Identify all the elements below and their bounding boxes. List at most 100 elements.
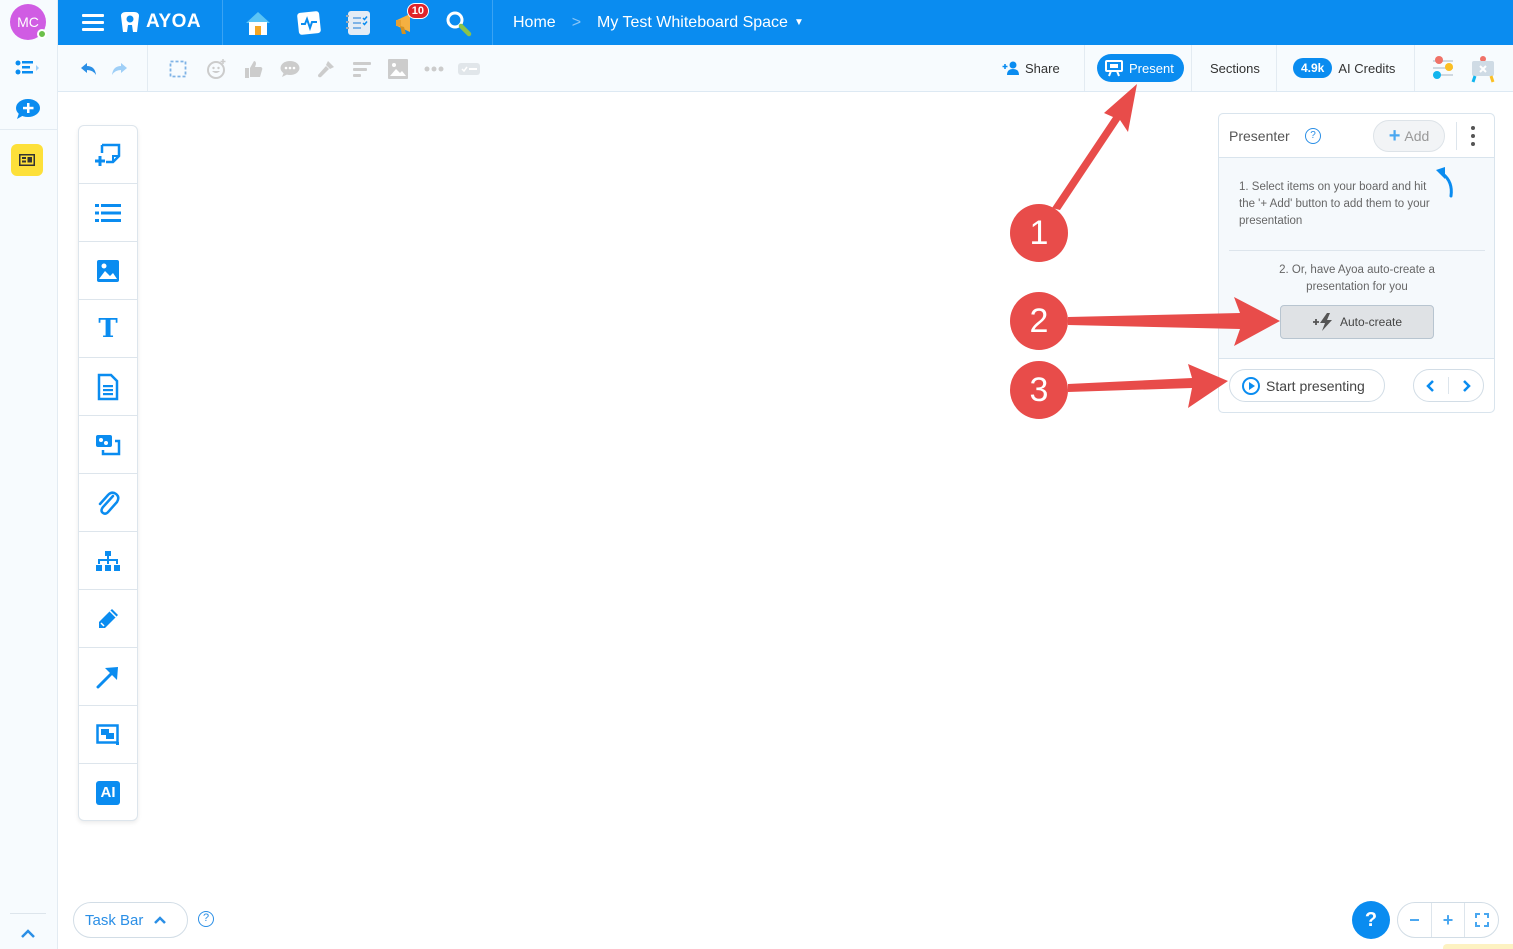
share-button[interactable]: Share	[1002, 54, 1060, 82]
sections-button[interactable]: Sections	[1210, 54, 1260, 82]
tasks-icon[interactable]	[343, 8, 373, 38]
breadcrumb-home[interactable]: Home	[513, 14, 556, 32]
attachment-tool[interactable]	[79, 474, 137, 532]
fullscreen-icon	[1474, 913, 1489, 927]
thumbs-up-icon[interactable]	[243, 58, 265, 80]
notifications-icon[interactable]: 10	[393, 3, 429, 38]
home-icon[interactable]	[243, 8, 273, 38]
help-icon[interactable]: ?	[198, 911, 214, 927]
new-chat-icon[interactable]	[14, 97, 42, 121]
select-area-icon[interactable]	[167, 58, 189, 80]
toolbar-divider	[1414, 45, 1415, 91]
ai-tool[interactable]: AI	[79, 764, 137, 822]
undo-icon[interactable]	[78, 58, 100, 80]
chevron-down-icon[interactable]: ▼	[794, 17, 804, 28]
left-rail: MC	[0, 0, 58, 949]
pencil-tool[interactable]	[79, 590, 137, 648]
presenter-divider	[1229, 250, 1485, 251]
arrow-icon	[96, 666, 118, 688]
text-icon: T	[98, 313, 118, 344]
frame-icon	[96, 723, 119, 745]
breadcrumb-current[interactable]: My Test Whiteboard Space	[597, 14, 788, 32]
annotation-arrow-3	[1068, 364, 1228, 408]
collapse-up-icon[interactable]	[18, 924, 38, 944]
search-icon[interactable]	[443, 8, 473, 38]
presenter-header: Presenter ? + Add	[1219, 114, 1494, 158]
board-settings-icon[interactable]	[1431, 55, 1455, 81]
breadcrumb: Home > My Test Whiteboard Space ▼	[513, 0, 804, 45]
previous-slide-button[interactable]	[1414, 370, 1448, 401]
help-icon[interactable]: ?	[1305, 128, 1321, 144]
notification-tab	[1443, 944, 1513, 949]
rail-divider	[0, 129, 58, 130]
arrow-tool[interactable]	[79, 648, 137, 706]
more-vertical-icon[interactable]	[1469, 126, 1477, 146]
step-1-instructions: 1. Select items on your board and hit th…	[1239, 181, 1430, 227]
add-user-icon	[1002, 61, 1019, 75]
text-tool[interactable]: T	[79, 300, 137, 358]
present-button[interactable]: Present	[1097, 54, 1184, 82]
plus-icon: +	[1388, 125, 1401, 147]
ai-credits-value: 4.9k	[1293, 58, 1333, 78]
logo-text: AYOA	[146, 11, 202, 32]
top-bar: AYOA 10 Home > My Test Whiteboard Space …	[58, 0, 1513, 45]
ayoa-logo[interactable]: AYOA	[118, 10, 201, 34]
start-presenting-button[interactable]: Start presenting	[1229, 369, 1385, 402]
task-bar-toggle[interactable]: Task Bar	[73, 902, 188, 938]
share-label: Share	[1025, 60, 1060, 76]
menu-icon[interactable]	[82, 14, 104, 31]
comment-icon[interactable]	[279, 58, 301, 80]
toolbar-divider	[1191, 45, 1192, 91]
auto-create-label: Auto-create	[1339, 315, 1403, 329]
auto-create-button[interactable]: Auto-create	[1280, 305, 1434, 339]
notification-badge: 10	[406, 3, 429, 19]
slide-navigation	[1413, 369, 1484, 402]
media-tool[interactable]	[79, 416, 137, 474]
image-tool[interactable]	[79, 242, 137, 300]
add-slide-button[interactable]: + Add	[1373, 120, 1445, 152]
annotation-badge-1: 1	[1010, 204, 1068, 262]
header-divider	[1456, 122, 1457, 150]
fit-screen-button[interactable]	[1465, 903, 1498, 937]
presenter-panel: Presenter ? + Add 1. Select items on you…	[1218, 113, 1495, 413]
ai-credits-label: AI Credits	[1338, 60, 1396, 76]
zoom-controls: − +	[1397, 902, 1499, 938]
paperclip-icon	[98, 490, 120, 515]
next-slide-button[interactable]	[1449, 370, 1483, 401]
task-list-icon[interactable]	[14, 56, 42, 80]
rail-bottom-divider	[10, 913, 46, 914]
activity-icon[interactable]	[294, 8, 324, 38]
ai-credits-button[interactable]: 4.9k AI Credits	[1293, 54, 1395, 82]
add-sticky-note-tool[interactable]	[79, 126, 137, 184]
present-label: Present	[1129, 60, 1174, 76]
help-button[interactable]: ?	[1352, 901, 1390, 939]
whiteboard-icon[interactable]	[11, 144, 43, 176]
presenter-footer: Start presenting	[1219, 359, 1494, 412]
redo-icon[interactable]	[108, 58, 130, 80]
emoji-reaction-icon[interactable]	[206, 58, 228, 80]
zoom-out-button[interactable]: −	[1398, 903, 1432, 937]
toolbar-divider	[1276, 45, 1277, 91]
toolbar-divider	[1084, 45, 1085, 91]
online-status-dot	[37, 29, 47, 39]
presentation-board-icon	[1105, 60, 1123, 77]
format-painter-icon[interactable]	[315, 58, 337, 80]
topbar-divider	[222, 0, 223, 45]
annotation-arrow-1	[1052, 84, 1137, 210]
image-icon[interactable]	[387, 58, 409, 80]
add-label: Add	[1404, 128, 1430, 144]
user-avatar[interactable]: MC	[10, 4, 47, 40]
zoom-in-button[interactable]: +	[1432, 903, 1466, 937]
task-toggle-icon[interactable]	[458, 58, 480, 80]
document-tool[interactable]	[79, 358, 137, 416]
whiteboard-tools-icon[interactable]	[1470, 55, 1496, 83]
frame-tool[interactable]	[79, 706, 137, 764]
tool-palette: T AI	[78, 125, 138, 821]
media-icon	[96, 434, 121, 455]
more-options-icon[interactable]	[423, 58, 445, 80]
org-chart-tool[interactable]	[79, 532, 137, 590]
list-tool[interactable]	[79, 184, 137, 242]
text-align-icon[interactable]	[351, 58, 373, 80]
user-initials: MC	[17, 14, 39, 30]
annotation-badge-3: 3	[1010, 361, 1068, 419]
